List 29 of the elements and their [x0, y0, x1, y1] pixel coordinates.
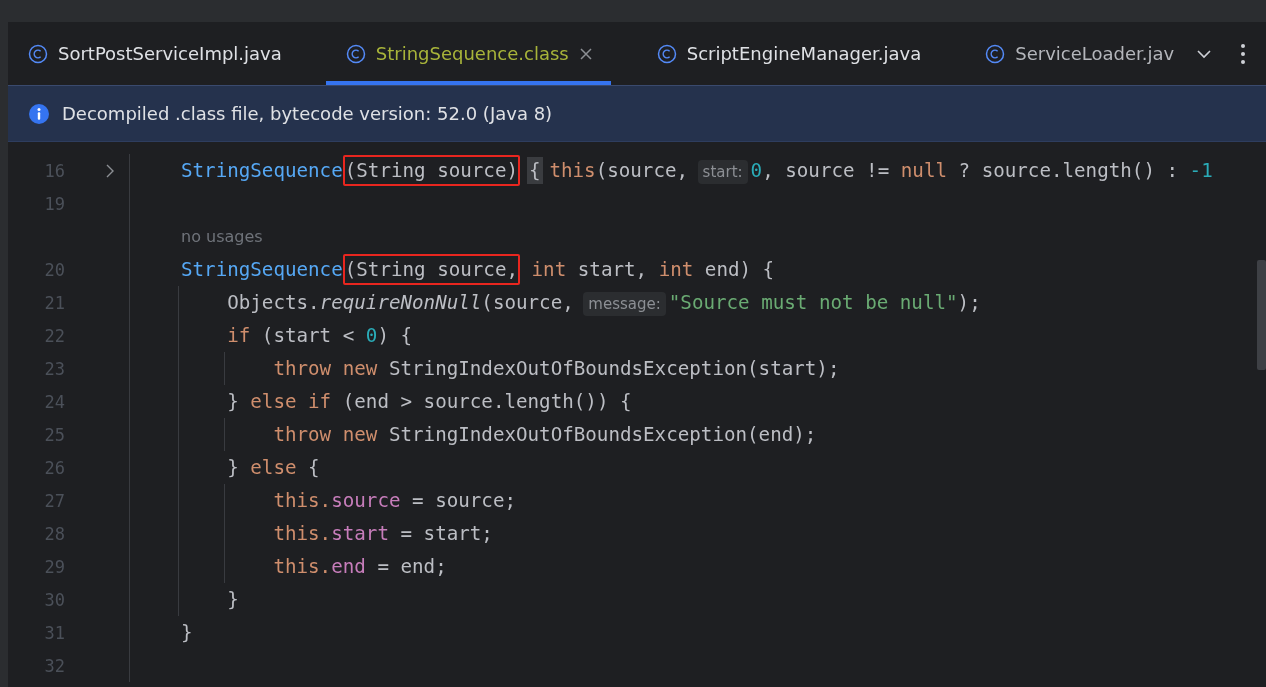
class-icon [345, 43, 366, 64]
editor-tab[interactable]: SortPostServiceImpl.java [8, 22, 300, 85]
code-line: } else { [227, 456, 320, 479]
fold-icon[interactable] [105, 163, 115, 178]
highlight-frame: (String source) [342, 155, 520, 186]
parameter-hint: start: [697, 160, 748, 184]
class-icon [985, 43, 1006, 64]
code-line: if (start < 0) { [227, 324, 413, 347]
more-icon[interactable] [1240, 42, 1246, 65]
info-icon [28, 102, 50, 125]
code-line: this.end = end; [273, 555, 447, 578]
code-line: this.start = start; [273, 522, 493, 545]
parameter-hint: message: [583, 292, 666, 316]
close-icon[interactable] [578, 46, 593, 61]
code-line: this.source = source; [273, 489, 516, 512]
code-line: } [181, 621, 193, 644]
scrollbar-thumb[interactable] [1257, 260, 1266, 370]
class-icon [28, 43, 48, 64]
code-line: Objects.requireNonNull(source, message: "Source must not be null"); [227, 291, 981, 314]
code-line: } else if (end > source.length()) { [227, 390, 632, 413]
editor-tab[interactable]: ScriptEngineManager.java [636, 22, 940, 85]
editor-tab[interactable]: ServiceLoader.jav [965, 22, 1193, 85]
code-line: } [227, 588, 239, 611]
banner-text: Decompiled .class file, bytecode version: 52.0 (Java 8) [62, 103, 553, 124]
usage-hint[interactable]: no usages [181, 227, 263, 246]
code-line: throw new StringIndexOutOfBoundsException(start); [273, 357, 840, 380]
code-line: throw new StringIndexOutOfBoundsException(end); [273, 423, 817, 446]
highlight-frame: (String source, [342, 254, 520, 285]
class-icon [656, 43, 677, 64]
